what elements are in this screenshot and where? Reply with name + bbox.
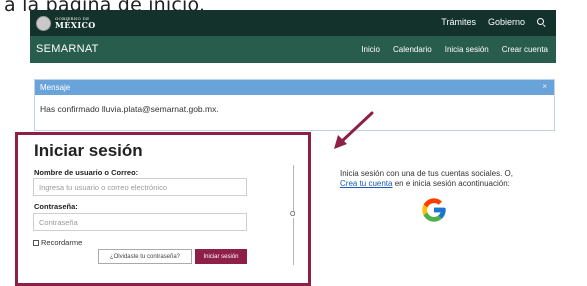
login-submit-button[interactable]: Iniciar sesión xyxy=(195,249,247,264)
divider-or-text: O xyxy=(290,211,296,218)
nav-tramites[interactable]: Trámites xyxy=(441,17,476,27)
gov-logo[interactable]: GOBIERNO DE MÉXICO xyxy=(36,15,96,31)
nav-inicia-sesion[interactable]: Inicia sesión xyxy=(445,45,489,54)
username-input[interactable] xyxy=(33,178,247,196)
remember-me[interactable]: Recordarme xyxy=(33,238,82,247)
remember-label: Recordarme xyxy=(41,238,83,247)
search-icon[interactable] xyxy=(537,17,546,27)
site-nav: Inicio Calendario Inicia sesión Crear cu… xyxy=(361,45,548,54)
password-label: Contraseña: xyxy=(34,202,78,211)
remember-checkbox[interactable] xyxy=(33,239,39,246)
nav-inicio[interactable]: Inicio xyxy=(361,45,380,54)
gov-top-bar: GOBIERNO DE MÉXICO Trámites Gobierno xyxy=(30,10,556,36)
create-account-link[interactable]: Crea tu cuenta xyxy=(340,179,392,188)
close-icon[interactable]: × xyxy=(542,82,547,91)
nav-calendario[interactable]: Calendario xyxy=(393,45,432,54)
site-nav-bar: SEMARNAT Inicio Calendario Inicia sesión… xyxy=(30,36,556,63)
alert-body: Has confirmado lluvia.plata@semarnat.gob… xyxy=(40,104,219,114)
alert-header: Mensaje × xyxy=(35,80,554,95)
google-icon[interactable] xyxy=(420,196,448,224)
nav-gobierno[interactable]: Gobierno xyxy=(488,17,525,27)
alert-title: Mensaje xyxy=(40,83,71,92)
social-login-text: Inicia sesión con una de tus cuentas soc… xyxy=(340,169,550,189)
login-title: Iniciar sesión xyxy=(34,141,143,160)
nav-crear-cuenta[interactable]: Crear cuenta xyxy=(502,45,548,54)
message-alert: Mensaje × Has confirmado lluvia.plata@se… xyxy=(34,79,555,131)
gov-seal-icon xyxy=(36,15,51,31)
username-label: Nombre de usuario o Correo: xyxy=(34,168,139,177)
top-nav: Trámites Gobierno xyxy=(441,17,546,27)
screen: a la página de inicio. GOBIERNO DE MÉXIC… xyxy=(0,0,587,286)
social-text-before: Inicia sesión con una de tus cuentas soc… xyxy=(340,169,513,178)
logo-big-text: MÉXICO xyxy=(55,20,96,30)
annotation-arrow-icon xyxy=(334,111,374,149)
social-text-after: en e inicia sesión acontinuación: xyxy=(392,179,510,188)
forgot-password-button[interactable]: ¿Olvidaste tu contraseña? xyxy=(98,249,192,264)
password-input[interactable] xyxy=(33,213,247,231)
site-brand[interactable]: SEMARNAT xyxy=(36,43,99,55)
